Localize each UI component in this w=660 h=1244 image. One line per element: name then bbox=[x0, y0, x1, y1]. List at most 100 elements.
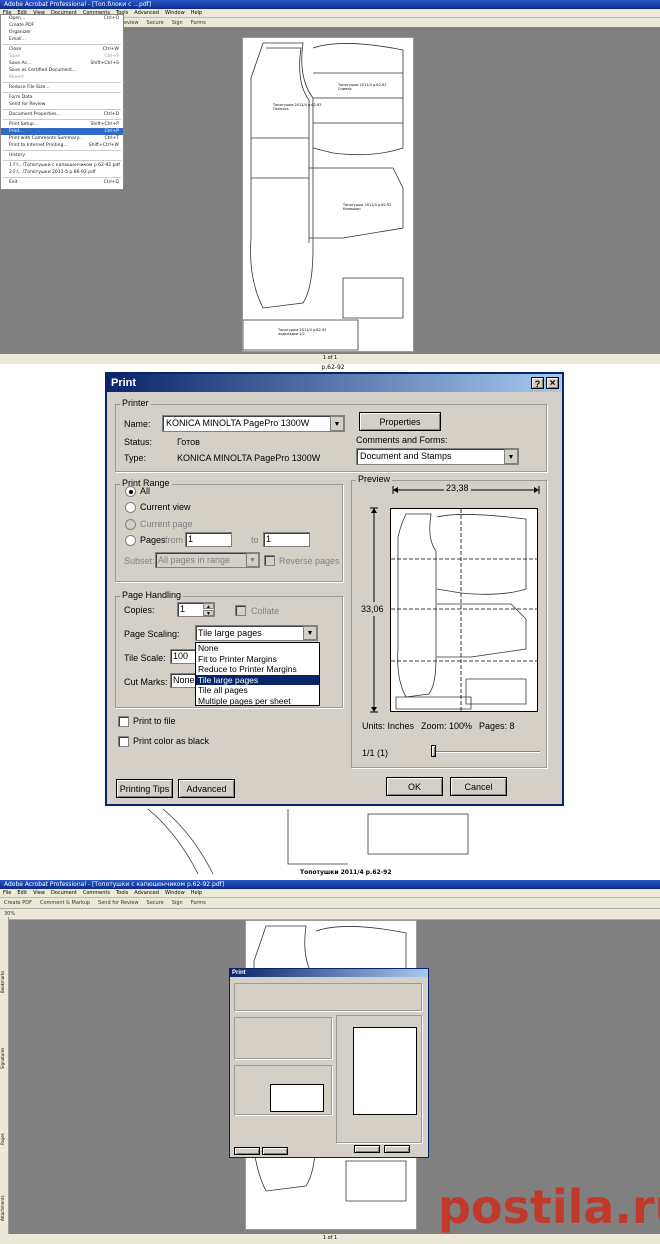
page-handling-label: Page Handling bbox=[120, 590, 184, 600]
preview-slider-thumb[interactable] bbox=[431, 745, 436, 757]
menu-help[interactable]: Help bbox=[191, 10, 202, 16]
toolbar-button[interactable]: Secure bbox=[147, 900, 164, 906]
radio-current-page[interactable] bbox=[125, 519, 136, 530]
file-menu-item[interactable]: Print Setup... Shift+Ctrl+P bbox=[1, 121, 123, 128]
scaling-option[interactable]: Fit to Printer Margins bbox=[196, 654, 319, 665]
file-menu-item[interactable]: History bbox=[1, 152, 123, 159]
side-tab-pages[interactable]: Pages bbox=[0, 1075, 5, 1145]
toolbar-button[interactable]: Forms bbox=[191, 900, 206, 906]
radio-pages[interactable] bbox=[125, 535, 136, 546]
subset-select[interactable]: All pages in range ▼ bbox=[155, 552, 260, 568]
file-menu-item[interactable]: Email... bbox=[1, 36, 123, 43]
thumbnail-preview-page bbox=[353, 1027, 417, 1115]
file-menu-item[interactable]: Exit Ctrl+Q bbox=[1, 179, 123, 186]
menu-item-label: Open... bbox=[9, 16, 26, 21]
file-menu-item[interactable]: Save Ctrl+S bbox=[1, 53, 123, 60]
menu-window[interactable]: Window bbox=[165, 890, 185, 896]
preview-pattern bbox=[391, 509, 537, 711]
scaling-option[interactable]: None bbox=[196, 643, 319, 654]
spin-up-icon[interactable]: ▲ bbox=[203, 603, 214, 610]
file-menu-item[interactable]: Print to Internet Printing... Shift+Ctrl+… bbox=[1, 142, 123, 149]
toolbar-button[interactable]: Secure bbox=[147, 20, 164, 26]
scaling-option[interactable]: Tile all pages bbox=[196, 685, 319, 696]
radio-all[interactable] bbox=[125, 486, 136, 497]
page-indicator[interactable]: 1 of 1 bbox=[323, 1235, 337, 1241]
printer-name-select[interactable]: KONICA MINOLTA PagePro 1300W ▼ bbox=[162, 415, 345, 432]
file-menu-item[interactable]: Save As... Shift+Ctrl+S bbox=[1, 60, 123, 67]
preview-slider-track[interactable] bbox=[432, 751, 540, 753]
menu-comments[interactable]: Comments bbox=[83, 890, 110, 896]
thumbnail-ok-button[interactable] bbox=[354, 1145, 380, 1153]
toolbar-button[interactable]: Forms bbox=[191, 20, 206, 26]
help-button[interactable]: ? bbox=[531, 377, 544, 389]
chevron-down-icon[interactable]: ▼ bbox=[330, 416, 344, 431]
page-indicator[interactable]: 1 of 1 bbox=[323, 355, 337, 361]
pages-to-input[interactable]: 1 bbox=[263, 532, 310, 547]
menu-item-label: Email... bbox=[9, 37, 26, 42]
spin-down-icon[interactable]: ▼ bbox=[203, 610, 214, 617]
menu-tools[interactable]: Tools bbox=[116, 890, 128, 896]
thumbnail-tips-button[interactable] bbox=[234, 1147, 260, 1155]
menu-file[interactable]: File bbox=[3, 890, 11, 896]
reverse-pages-checkbox[interactable] bbox=[264, 555, 275, 566]
toolbar-button[interactable]: Create PDF bbox=[4, 900, 32, 906]
chevron-down-icon[interactable]: ▼ bbox=[246, 553, 259, 567]
thumbnail-cancel-button[interactable] bbox=[384, 1145, 410, 1153]
thumbnail-advanced-button[interactable] bbox=[262, 1147, 288, 1155]
pages-from-input[interactable]: 1 bbox=[185, 532, 232, 547]
side-tab-signatures[interactable]: Signatures bbox=[0, 999, 5, 1069]
ok-button[interactable]: OK bbox=[386, 777, 443, 796]
comments-forms-select[interactable]: Document and Stamps ▼ bbox=[356, 448, 519, 465]
toolbar-button[interactable]: Sign bbox=[172, 900, 183, 906]
page-scaling-select[interactable]: Tile large pages ▼ bbox=[195, 625, 318, 641]
file-menu-item[interactable]: Save as Certified Document... bbox=[1, 67, 123, 74]
side-tab-bookmarks[interactable]: Bookmarks bbox=[0, 923, 5, 993]
menu-view[interactable]: View bbox=[33, 890, 45, 896]
file-menu-item[interactable]: Print with Comments Summary... Ctrl+T bbox=[1, 135, 123, 142]
scaling-option[interactable]: Multiple pages per sheet bbox=[196, 696, 319, 707]
menu-item-label: Reduce File Size... bbox=[9, 85, 50, 90]
close-button[interactable]: × bbox=[546, 377, 559, 389]
print-to-file-checkbox[interactable] bbox=[118, 716, 129, 727]
advanced-button[interactable]: Advanced bbox=[178, 779, 235, 798]
collate-checkbox[interactable] bbox=[235, 605, 246, 616]
menu-window[interactable]: Window bbox=[165, 10, 185, 16]
chevron-down-icon[interactable]: ▼ bbox=[303, 626, 317, 640]
radio-current-view[interactable] bbox=[125, 502, 136, 513]
file-menu-item[interactable]: Document Properties... Ctrl+D bbox=[1, 111, 123, 118]
file-menu-item[interactable]: Send for Review bbox=[1, 101, 123, 108]
file-menu-item[interactable]: Organizer bbox=[1, 29, 123, 36]
file-menu-item[interactable]: Revert bbox=[1, 74, 123, 81]
file-menu-item[interactable]: 1 F:\...\Топотушки с капюшончиком р.62-9… bbox=[1, 162, 123, 169]
menu-advanced[interactable]: Advanced bbox=[134, 10, 159, 16]
scaling-option[interactable]: Tile large pages bbox=[196, 674, 319, 685]
scaling-option[interactable]: Reduce to Printer Margins bbox=[196, 664, 319, 675]
menu-edit[interactable]: Edit bbox=[17, 890, 27, 896]
file-menu-item[interactable]: 2 F:\...\Топотушки 2011-5 р.86-92.pdf bbox=[1, 169, 123, 176]
cancel-button[interactable]: Cancel bbox=[450, 777, 507, 796]
comments-forms-label: Comments and Forms: bbox=[356, 435, 448, 445]
toolbar-button[interactable]: Send for Review bbox=[98, 900, 139, 906]
menu-advanced[interactable]: Advanced bbox=[134, 890, 159, 896]
file-menu-item[interactable]: Reduce File Size... bbox=[1, 84, 123, 91]
file-menu-item[interactable]: Close Ctrl+W bbox=[1, 46, 123, 53]
menu-item-label: Form Data bbox=[9, 95, 33, 100]
side-tab-attachments[interactable]: Attachments bbox=[0, 1151, 5, 1221]
file-menu-item[interactable]: Form Data bbox=[1, 94, 123, 101]
toolbar-button[interactable]: Sign bbox=[172, 20, 183, 26]
copies-input[interactable]: 1 ▲ ▼ bbox=[177, 602, 215, 617]
chevron-down-icon[interactable]: ▼ bbox=[504, 449, 518, 464]
tile-scale-input[interactable]: 100 bbox=[170, 649, 196, 664]
file-menu-item[interactable]: Open... Ctrl+O bbox=[1, 15, 123, 22]
file-menu-item[interactable]: Create PDF bbox=[1, 22, 123, 29]
properties-button[interactable]: Properties bbox=[359, 412, 441, 431]
tile-scale-label: Tile Scale: bbox=[124, 653, 166, 663]
menu-help[interactable]: Help bbox=[191, 890, 202, 896]
print-color-black-checkbox[interactable] bbox=[118, 736, 129, 747]
toolbar-button[interactable]: Comment & Markup bbox=[40, 900, 90, 906]
preview-page-of: 1/1 (1) bbox=[362, 748, 389, 758]
preview-units: Units: Inches bbox=[362, 721, 415, 731]
printing-tips-button[interactable]: Printing Tips bbox=[116, 779, 173, 798]
menu-document[interactable]: Document bbox=[51, 890, 77, 896]
file-menu-item[interactable]: Print... Ctrl+P bbox=[1, 128, 123, 135]
